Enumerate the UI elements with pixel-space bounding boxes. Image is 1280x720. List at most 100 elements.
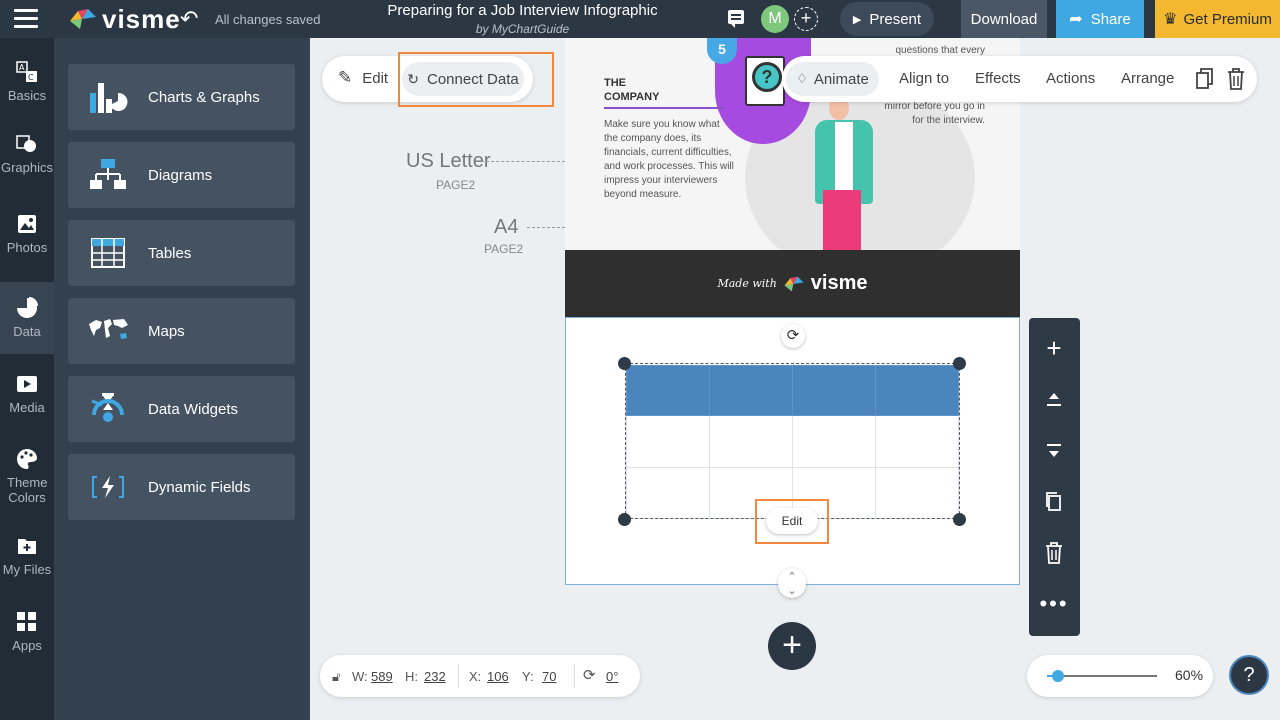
table-cell[interactable] [875, 415, 959, 468]
data-icon [16, 297, 38, 319]
comment-icon[interactable] [728, 10, 744, 28]
effects-button[interactable]: Effects [975, 70, 1021, 87]
visme-logo[interactable]: visme [68, 4, 181, 34]
made-with-banner: Made with visme [565, 250, 1020, 317]
download-button[interactable]: Download [961, 0, 1047, 38]
zoom-slider[interactable] [1047, 670, 1157, 682]
align-to-button[interactable]: Align to [899, 70, 949, 87]
data-table[interactable] [626, 364, 959, 520]
media-icon [16, 373, 38, 395]
rail-item-graphics[interactable]: Graphics [0, 118, 54, 190]
menu-icon[interactable] [14, 9, 38, 29]
rail-item-data[interactable]: Data [0, 282, 54, 354]
avatar[interactable]: M [761, 5, 789, 33]
table-header-cell[interactable] [626, 364, 710, 417]
add-icon[interactable]: + [1038, 332, 1070, 364]
more-icon[interactable]: ••• [1038, 588, 1070, 620]
top-bar: visme ↶ All changes saved Preparing for … [0, 0, 1280, 38]
table-cell[interactable] [626, 415, 710, 468]
rail-item-theme-colors[interactable]: Theme Colors [0, 436, 54, 516]
rail-item-apps[interactable]: Apps [0, 596, 54, 668]
add-page-button[interactable]: + [768, 622, 816, 670]
copy-icon[interactable] [1196, 68, 1214, 90]
delete-icon[interactable] [1038, 537, 1070, 569]
panel-item-maps[interactable]: Maps [68, 298, 295, 364]
panel-label-tables: Tables [148, 244, 192, 262]
resize-handle-top-right[interactable] [953, 357, 966, 370]
data-panel: Charts & Graphs Diagrams Tables Maps Dat… [54, 38, 310, 720]
add-collaborator-icon[interactable]: + [794, 7, 818, 31]
resize-handle-bottom-left[interactable] [618, 513, 631, 526]
resize-handle-top-left[interactable] [618, 357, 631, 370]
company-heading[interactable]: THE COMPANY [604, 76, 659, 104]
share-button[interactable]: ➦ Share [1056, 0, 1144, 38]
chart-icon [80, 77, 136, 117]
object-toolbar-right: ♢ Animate Align to Effects Actions Arran… [782, 56, 1257, 102]
height-value[interactable]: 232 [424, 669, 446, 684]
move-up-icon[interactable] [1038, 384, 1070, 416]
page-resize-icon[interactable]: ⌃ ⌄ [778, 568, 806, 598]
svg-text:A: A [19, 63, 25, 72]
panel-item-data-widgets[interactable]: Data Widgets [68, 376, 295, 442]
palette-icon [16, 448, 38, 470]
edit-label: Edit [362, 69, 389, 87]
table-cell[interactable] [626, 466, 710, 520]
panel-item-tables[interactable]: Tables [68, 220, 295, 286]
table-header-cell[interactable] [709, 364, 793, 417]
edit-button[interactable]: ✎ Edit [338, 68, 388, 88]
animate-button[interactable]: ♢ Animate [786, 62, 879, 96]
rail-item-media[interactable]: Media [0, 358, 54, 430]
undo-icon[interactable]: ↶ [180, 6, 198, 32]
table-header-cell[interactable] [875, 364, 959, 417]
rail-item-my-files[interactable]: My Files [0, 520, 54, 592]
x-value[interactable]: 106 [487, 669, 509, 684]
document-title[interactable]: Preparing for a Job Interview Infographi… [380, 2, 665, 19]
vertical-toolbar: + ••• [1029, 318, 1080, 636]
table-cell[interactable] [709, 415, 793, 468]
lock-icon[interactable]: 🔓︎ [332, 669, 340, 685]
trash-icon[interactable] [1227, 68, 1245, 90]
table-header-cell[interactable] [792, 364, 876, 417]
get-premium-button[interactable]: ♛ Get Premium [1155, 0, 1280, 38]
share-icon: ➦ [1069, 11, 1083, 28]
y-label: Y: [522, 669, 534, 684]
size-guide-a4-sub: PAGE2 [484, 242, 524, 256]
made-with-text: Made with [717, 277, 777, 290]
panel-item-diagrams[interactable]: Diagrams [68, 142, 295, 208]
y-value[interactable]: 70 [542, 669, 556, 684]
rail-label-apps: Apps [12, 638, 42, 653]
actions-button[interactable]: Actions [1046, 70, 1095, 87]
diagram-icon [80, 155, 136, 195]
size-guide-us-letter: US Letter [406, 150, 491, 172]
company-heading-line2: COMPANY [604, 91, 660, 103]
dynamic-fields-icon [80, 467, 136, 507]
rotation-value[interactable]: 0° [606, 669, 618, 684]
save-status: All changes saved [215, 12, 321, 27]
logo-text: visme [102, 3, 181, 34]
duplicate-icon[interactable] [1038, 486, 1070, 518]
panel-item-dynamic-fields[interactable]: Dynamic Fields [68, 454, 295, 520]
present-button[interactable]: ▶ Present [840, 2, 934, 36]
panel-item-charts-graphs[interactable]: Charts & Graphs [68, 64, 295, 130]
zoom-slider-knob[interactable] [1052, 670, 1064, 682]
heading-underline [604, 107, 724, 109]
made-with-logo-text: visme [810, 272, 868, 294]
rail-item-photos[interactable]: Photos [0, 198, 54, 270]
rotate-icon[interactable]: ⟳ [781, 324, 805, 348]
graphics-icon [16, 133, 38, 155]
width-value[interactable]: 589 [371, 669, 393, 684]
table-cell[interactable] [875, 466, 959, 520]
rail-item-basics[interactable]: AC Basics [0, 46, 54, 118]
basics-icon: AC [16, 61, 38, 83]
side-text-bottom[interactable]: mirror before you go in for the intervie… [877, 100, 985, 128]
table-cell[interactable] [792, 415, 876, 468]
width-label: W: [352, 669, 368, 684]
move-down-icon[interactable] [1038, 435, 1070, 467]
left-rail: AC Basics Graphics Photos Data Media The… [0, 38, 54, 720]
resize-handle-bottom-right[interactable] [953, 513, 966, 526]
help-button[interactable]: ? [1229, 655, 1269, 695]
share-label: Share [1090, 10, 1131, 28]
arrange-button[interactable]: Arrange [1121, 70, 1174, 87]
animate-icon: ♢ [796, 71, 808, 86]
company-body-text[interactable]: Make sure you know what the company does… [604, 118, 734, 202]
